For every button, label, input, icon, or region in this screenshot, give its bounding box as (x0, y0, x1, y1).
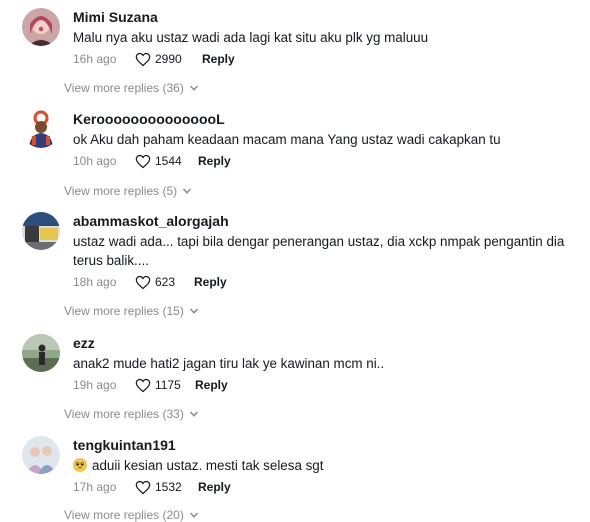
comment-time: 18h ago (73, 275, 117, 289)
chevron-down-icon (189, 85, 198, 91)
comment-text: anak2 mude hati2 jagan tiru lak ye kawin… (73, 356, 385, 371)
comment-username[interactable]: KerooooooooooooooL (73, 111, 225, 127)
comment-text-content: aduii kesian ustaz. mesti tak selesa sgt (92, 458, 324, 473)
comment-username[interactable]: abammaskot_alorgajah (73, 213, 229, 229)
comment-time: 16h ago (73, 52, 117, 66)
view-more-replies-button[interactable]: View more replies (20) (64, 508, 199, 522)
comment-text: Malu nya aku ustaz wadi ada lagi kat sit… (73, 30, 429, 45)
reply-button[interactable]: Reply (202, 52, 235, 66)
heart-icon (135, 378, 151, 392)
comment-username[interactable]: ezz (73, 335, 95, 351)
like-count: 2990 (155, 52, 182, 66)
avatar[interactable] (22, 8, 60, 46)
like-button[interactable]: 1532 (135, 478, 182, 496)
comment-time: 19h ago (73, 378, 117, 392)
heart-icon (135, 154, 151, 168)
view-more-replies-button[interactable]: View more replies (36) (64, 81, 199, 95)
comment-username[interactable]: Mimi Suzana (73, 9, 158, 25)
view-more-replies-label: View more replies (5) (64, 184, 178, 198)
chevron-down-icon (189, 512, 198, 518)
view-more-replies-label: View more replies (15) (64, 304, 184, 318)
avatar[interactable] (22, 436, 60, 474)
view-more-replies-button[interactable]: View more replies (15) (64, 304, 199, 318)
view-more-replies-label: View more replies (36) (64, 81, 184, 95)
view-more-replies-button[interactable]: View more replies (5) (64, 184, 192, 198)
view-more-replies-label: View more replies (33) (64, 407, 184, 421)
comment-time: 17h ago (73, 480, 117, 494)
chevron-down-icon (189, 308, 198, 314)
chevron-down-icon (183, 188, 192, 194)
like-button[interactable]: 1544 (135, 152, 182, 170)
reply-button[interactable]: Reply (195, 378, 228, 392)
like-button[interactable]: 1175 (135, 376, 181, 394)
heart-icon (135, 52, 151, 66)
like-count: 1532 (155, 480, 182, 494)
comment-username[interactable]: tengkuintan191 (73, 437, 176, 453)
avatar[interactable] (22, 334, 60, 372)
view-more-replies-button[interactable]: View more replies (33) (64, 407, 199, 421)
like-button[interactable]: 623 (135, 273, 175, 291)
reply-button[interactable]: Reply (198, 480, 231, 494)
view-more-replies-label: View more replies (20) (64, 508, 184, 522)
reply-button[interactable]: Reply (194, 275, 227, 289)
like-count: 623 (155, 275, 176, 289)
comment-text: ustaz wadi ada... tapi bila dengar pener… (73, 234, 565, 268)
like-button[interactable]: 2990 (135, 50, 182, 68)
heart-icon (135, 275, 151, 289)
reply-button[interactable]: Reply (198, 154, 231, 168)
comment-text: ok Aku dah paham keadaan macam mana Yang… (73, 132, 501, 147)
chevron-down-icon (189, 411, 198, 417)
comment-time: 10h ago (73, 154, 117, 168)
heart-icon (135, 480, 151, 494)
avatar[interactable] (22, 212, 60, 250)
avatar[interactable] (22, 110, 60, 148)
comment-text: aduii kesian ustaz. mesti tak selesa sgt (73, 456, 573, 475)
pleading-face-emoji (73, 458, 87, 472)
like-count: 1175 (155, 378, 181, 392)
like-count: 1544 (155, 154, 182, 168)
